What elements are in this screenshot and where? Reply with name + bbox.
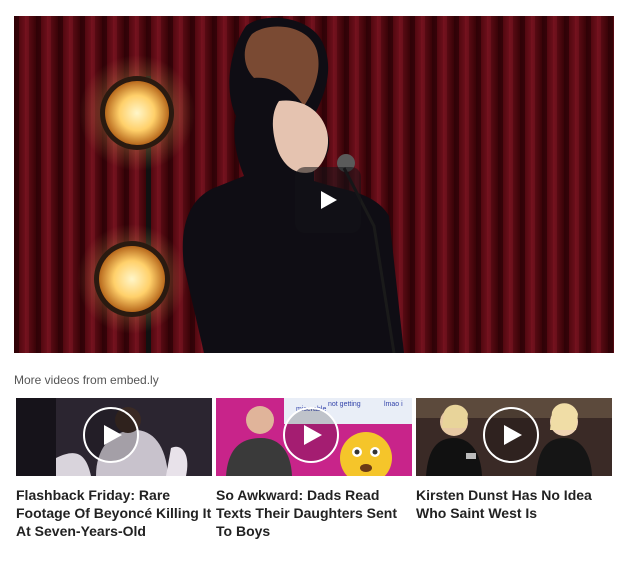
thumb-text-2: lmao i (384, 401, 403, 408)
thumb-text-1: not getting (328, 401, 361, 408)
video-player[interactable] (14, 16, 614, 353)
play-circle-icon (483, 407, 539, 463)
play-circle-icon (283, 407, 339, 463)
video-title-2[interactable]: So Awkward: Dads Read Texts Their Daught… (216, 486, 416, 540)
video-thumbnail-2[interactable]: not getting lmao i miserable (216, 398, 412, 476)
play-button[interactable] (295, 167, 361, 233)
video-title-1[interactable]: Flashback Friday: Rare Footage Of Beyonc… (16, 486, 216, 540)
play-circle-icon (83, 407, 139, 463)
play-icon (321, 191, 337, 209)
video-thumbnail-1[interactable] (16, 398, 212, 476)
more-videos-label: More videos from embed.ly (14, 373, 159, 387)
video-thumbnail-3[interactable] (416, 398, 612, 476)
video-title-3[interactable]: Kirsten Dunst Has No Idea Who Saint West… (416, 486, 616, 522)
